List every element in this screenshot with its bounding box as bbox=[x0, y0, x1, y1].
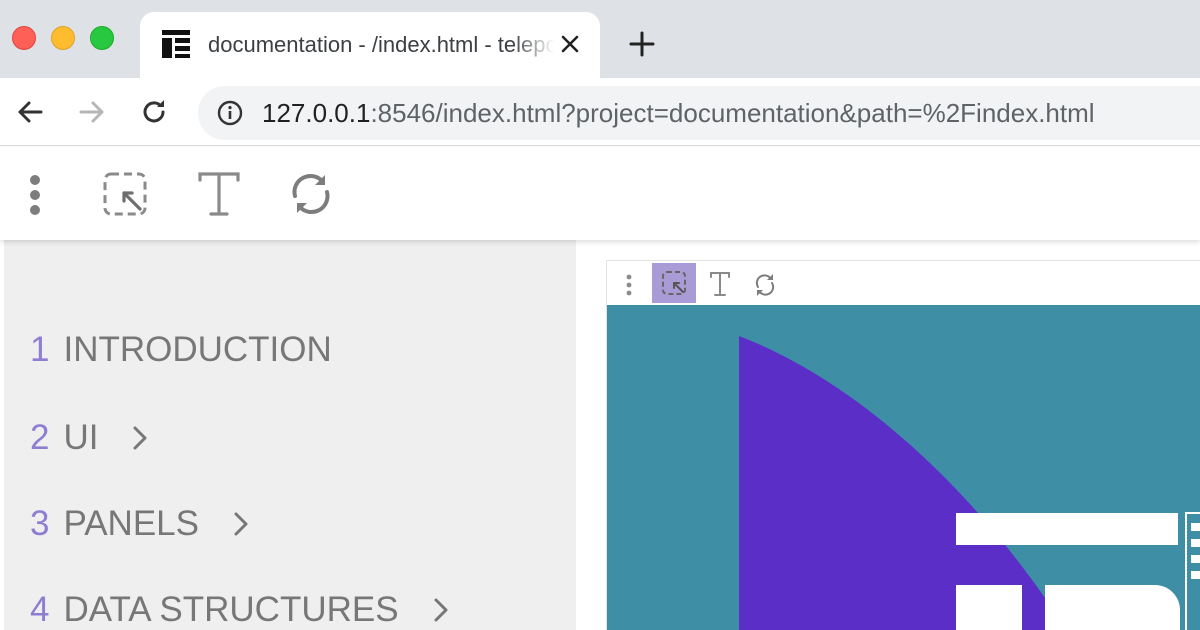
info-icon[interactable] bbox=[216, 99, 244, 127]
tab-strip: documentation - /index.html - teleport bbox=[0, 0, 1200, 78]
logo-bar bbox=[956, 513, 1178, 545]
url-host: 127.0.0.1 bbox=[262, 98, 371, 128]
sidebar-item-label: UI bbox=[63, 418, 99, 457]
navigation-bar: 127.0.0.1:8546/index.html?project=docume… bbox=[0, 78, 1200, 146]
sidebar-item-data-structures[interactable]: 4 DATA STRUCTURES bbox=[30, 588, 453, 630]
text-icon[interactable] bbox=[699, 263, 739, 303]
back-arrow-icon[interactable] bbox=[14, 96, 46, 128]
maximize-window-button[interactable] bbox=[90, 26, 114, 50]
url-path: :8546/index.html?project=documentation&p… bbox=[370, 98, 1095, 128]
logo-block-right bbox=[1045, 585, 1180, 630]
tab-title: documentation - /index.html - teleport bbox=[208, 32, 554, 57]
sidebar-item-introduction[interactable]: 1 INTRODUCTION bbox=[30, 328, 332, 372]
preview-canvas bbox=[607, 305, 1200, 630]
forward-arrow-icon[interactable] bbox=[76, 96, 108, 128]
logo-letter-mark bbox=[1191, 571, 1200, 579]
sidebar-item-label: PANELS bbox=[63, 504, 199, 543]
preview-toolbar bbox=[607, 261, 1200, 305]
logo-block-left bbox=[956, 585, 1022, 630]
item-number: 1 bbox=[30, 330, 50, 369]
teleport-logo-icon bbox=[162, 30, 190, 58]
url-text: 127.0.0.1:8546/index.html?project=docume… bbox=[262, 97, 1095, 129]
sidebar-item-ui[interactable]: 2 UI bbox=[30, 416, 152, 460]
sync-icon[interactable] bbox=[743, 263, 783, 303]
preview-frame bbox=[606, 260, 1200, 630]
new-tab-icon[interactable] bbox=[628, 30, 656, 58]
item-number: 4 bbox=[30, 590, 50, 629]
minimize-window-button[interactable] bbox=[51, 26, 75, 50]
chevron-right-icon[interactable] bbox=[128, 424, 152, 452]
reload-icon[interactable] bbox=[138, 96, 170, 128]
logo-letter-mark bbox=[1191, 555, 1200, 563]
select-cursor-icon[interactable] bbox=[652, 263, 696, 303]
sidebar-item-panels[interactable]: 3 PANELS bbox=[30, 502, 253, 546]
close-window-button[interactable] bbox=[12, 26, 36, 50]
logo-letter-mark bbox=[1191, 523, 1200, 531]
item-number: 2 bbox=[30, 418, 50, 457]
close-tab-icon[interactable] bbox=[558, 32, 582, 56]
address-bar[interactable]: 127.0.0.1:8546/index.html?project=docume… bbox=[198, 86, 1200, 140]
chevron-right-icon[interactable] bbox=[429, 596, 453, 624]
item-number: 3 bbox=[30, 504, 50, 543]
sync-icon[interactable] bbox=[286, 169, 336, 219]
more-vert-icon[interactable] bbox=[10, 169, 60, 219]
editor-toolbar bbox=[0, 147, 1200, 240]
chevron-right-icon[interactable] bbox=[229, 510, 253, 538]
browser-tab[interactable]: documentation - /index.html - teleport bbox=[140, 12, 600, 78]
sidebar-item-label: DATA STRUCTURES bbox=[63, 590, 399, 629]
select-cursor-icon[interactable] bbox=[100, 169, 150, 219]
more-vert-icon[interactable] bbox=[611, 263, 651, 303]
sidebar-item-label: INTRODUCTION bbox=[63, 330, 332, 369]
logo-letter-mark bbox=[1191, 539, 1200, 547]
text-icon[interactable] bbox=[194, 169, 244, 219]
